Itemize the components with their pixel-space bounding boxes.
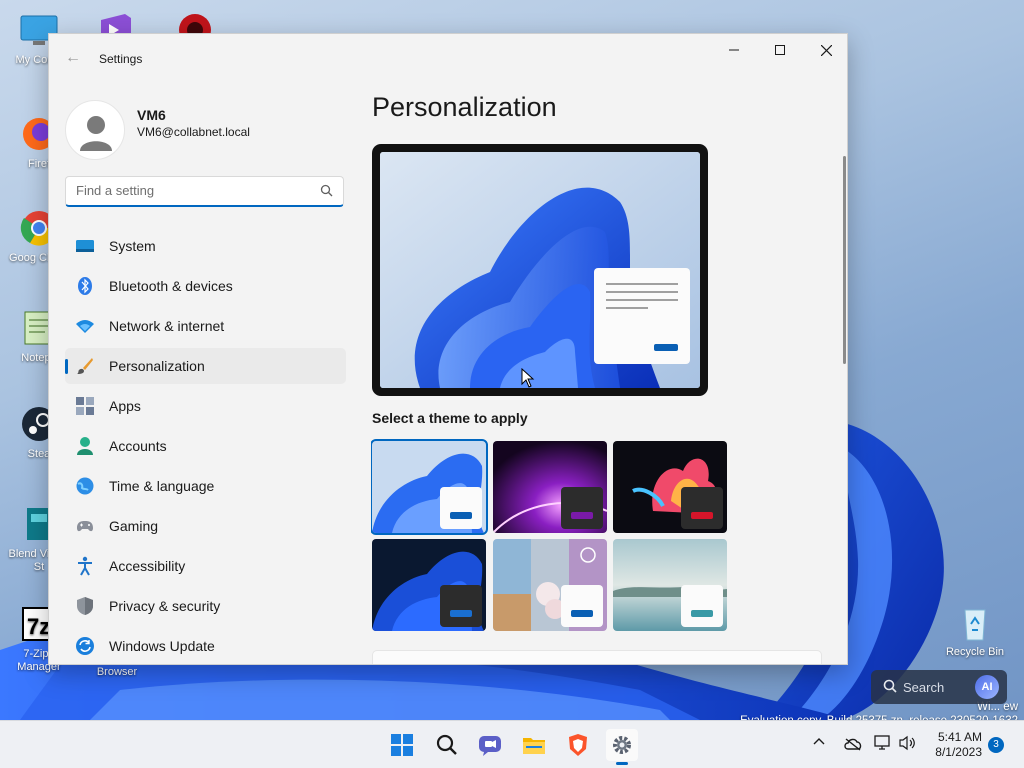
theme-mini-window bbox=[440, 487, 482, 529]
nav-item-bluetooth[interactable]: Bluetooth & devices bbox=[65, 268, 346, 304]
nav-item-label: Network & internet bbox=[109, 318, 225, 334]
nav-item-system[interactable]: System bbox=[65, 228, 346, 264]
brush-icon bbox=[75, 356, 95, 376]
nav-item-personalization[interactable]: Personalization bbox=[65, 348, 346, 384]
nav-item-label: Privacy & security bbox=[109, 598, 221, 614]
search-icon[interactable] bbox=[431, 729, 463, 761]
nav-item-label: Accounts bbox=[109, 438, 167, 454]
brave-icon[interactable] bbox=[562, 729, 594, 761]
preview-wallpaper bbox=[380, 152, 700, 388]
nav-item-accessibility[interactable]: Accessibility bbox=[65, 548, 346, 584]
nav-item-label: System bbox=[109, 238, 156, 254]
search-icon bbox=[320, 184, 333, 200]
volume-icon[interactable] bbox=[899, 735, 917, 754]
theme-preview bbox=[372, 144, 708, 396]
accessibility-icon bbox=[75, 556, 95, 576]
nav-item-network[interactable]: Network & internet bbox=[65, 308, 346, 344]
settings-card[interactable] bbox=[372, 650, 822, 664]
profile-name: VM6 bbox=[137, 107, 166, 123]
avatar bbox=[65, 100, 125, 160]
chevron-up-icon[interactable] bbox=[813, 735, 825, 751]
desktop-icon-recycle-bin[interactable]: Recycle Bin bbox=[940, 600, 1010, 659]
mouse-cursor-icon bbox=[521, 367, 535, 391]
theme-mini-window bbox=[440, 585, 482, 627]
back-arrow-icon[interactable]: ← bbox=[65, 49, 81, 67]
nav-item-accounts[interactable]: Accounts bbox=[65, 428, 346, 464]
recycle-bin-icon bbox=[953, 600, 997, 644]
personalization-page: Personalization Select a theme to apply bbox=[371, 34, 847, 664]
accounts-icon bbox=[75, 436, 95, 456]
clock-date: 8/1/2023 bbox=[935, 745, 982, 759]
theme-mini-window bbox=[561, 487, 603, 529]
gamepad-icon bbox=[75, 516, 95, 536]
start-icon[interactable] bbox=[386, 729, 418, 761]
nav-item-label: Personalization bbox=[109, 358, 205, 374]
network-icon[interactable] bbox=[874, 735, 892, 754]
settings-icon[interactable] bbox=[606, 729, 638, 765]
nav-item-time-language[interactable]: Time & language bbox=[65, 468, 346, 504]
window-title: Settings bbox=[99, 52, 143, 66]
nav-item-gaming[interactable]: Gaming bbox=[65, 508, 346, 544]
select-theme-label: Select a theme to apply bbox=[372, 410, 528, 426]
nav-item-label: Bluetooth & devices bbox=[109, 278, 233, 294]
search-icon bbox=[883, 679, 897, 696]
nav-item-label: Time & language bbox=[109, 478, 215, 494]
settings-window: ← Settings VM6 VM6@collabnet.local Syste… bbox=[48, 33, 848, 665]
chat-icon[interactable] bbox=[474, 729, 506, 761]
settings-nav: System Bluetooth & devices Network & int… bbox=[65, 228, 346, 668]
profile-email: VM6@collabnet.local bbox=[137, 125, 250, 139]
globe-icon bbox=[75, 476, 95, 496]
nav-item-label: Windows Update bbox=[109, 638, 215, 654]
taskbar: 5:41 AM 8/1/2023 3 bbox=[0, 720, 1024, 768]
svg-text:7z: 7z bbox=[27, 614, 50, 639]
find-setting-box[interactable] bbox=[65, 176, 344, 207]
wifi-icon bbox=[75, 316, 95, 336]
file-explorer-icon[interactable] bbox=[518, 729, 550, 761]
theme-mini-window bbox=[681, 487, 723, 529]
system-icon bbox=[75, 236, 95, 256]
cloud-offline-icon[interactable] bbox=[844, 737, 862, 754]
theme-windows-dark[interactable] bbox=[372, 539, 486, 631]
theme-captured-motion[interactable] bbox=[613, 441, 727, 533]
theme-flow[interactable] bbox=[613, 539, 727, 631]
theme-mini-window bbox=[561, 585, 603, 627]
apps-icon bbox=[75, 396, 95, 416]
theme-glow[interactable] bbox=[493, 441, 607, 533]
shield-icon bbox=[75, 596, 95, 616]
notification-badge[interactable]: 3 bbox=[988, 737, 1004, 753]
nav-item-label: Apps bbox=[109, 398, 141, 414]
search-input[interactable] bbox=[76, 183, 306, 198]
nav-item-apps[interactable]: Apps bbox=[65, 388, 346, 424]
clock-time: 5:41 AM bbox=[937, 730, 982, 744]
clock[interactable]: 5:41 AM 8/1/2023 bbox=[924, 730, 982, 760]
theme-windows-light[interactable] bbox=[371, 439, 488, 535]
nav-item-label: Gaming bbox=[109, 518, 159, 534]
nav-item-label: Accessibility bbox=[109, 558, 186, 574]
user-profile[interactable]: VM6 VM6@collabnet.local bbox=[65, 100, 355, 164]
nav-item-privacy-security[interactable]: Privacy & security bbox=[65, 588, 346, 624]
ai-badge-icon[interactable]: AI bbox=[975, 675, 999, 699]
bluetooth-icon bbox=[75, 276, 95, 296]
theme-mini-window bbox=[681, 585, 723, 627]
theme-spotlight[interactable] bbox=[493, 539, 607, 631]
search-pill-placeholder: Search bbox=[903, 679, 945, 695]
scrollbar[interactable] bbox=[843, 156, 846, 364]
page-title: Personalization bbox=[372, 92, 557, 122]
nav-item-windows-update[interactable]: Windows Update bbox=[65, 628, 346, 664]
update-icon bbox=[75, 636, 95, 656]
copilot-search-pill[interactable]: Search AI bbox=[871, 670, 1007, 704]
